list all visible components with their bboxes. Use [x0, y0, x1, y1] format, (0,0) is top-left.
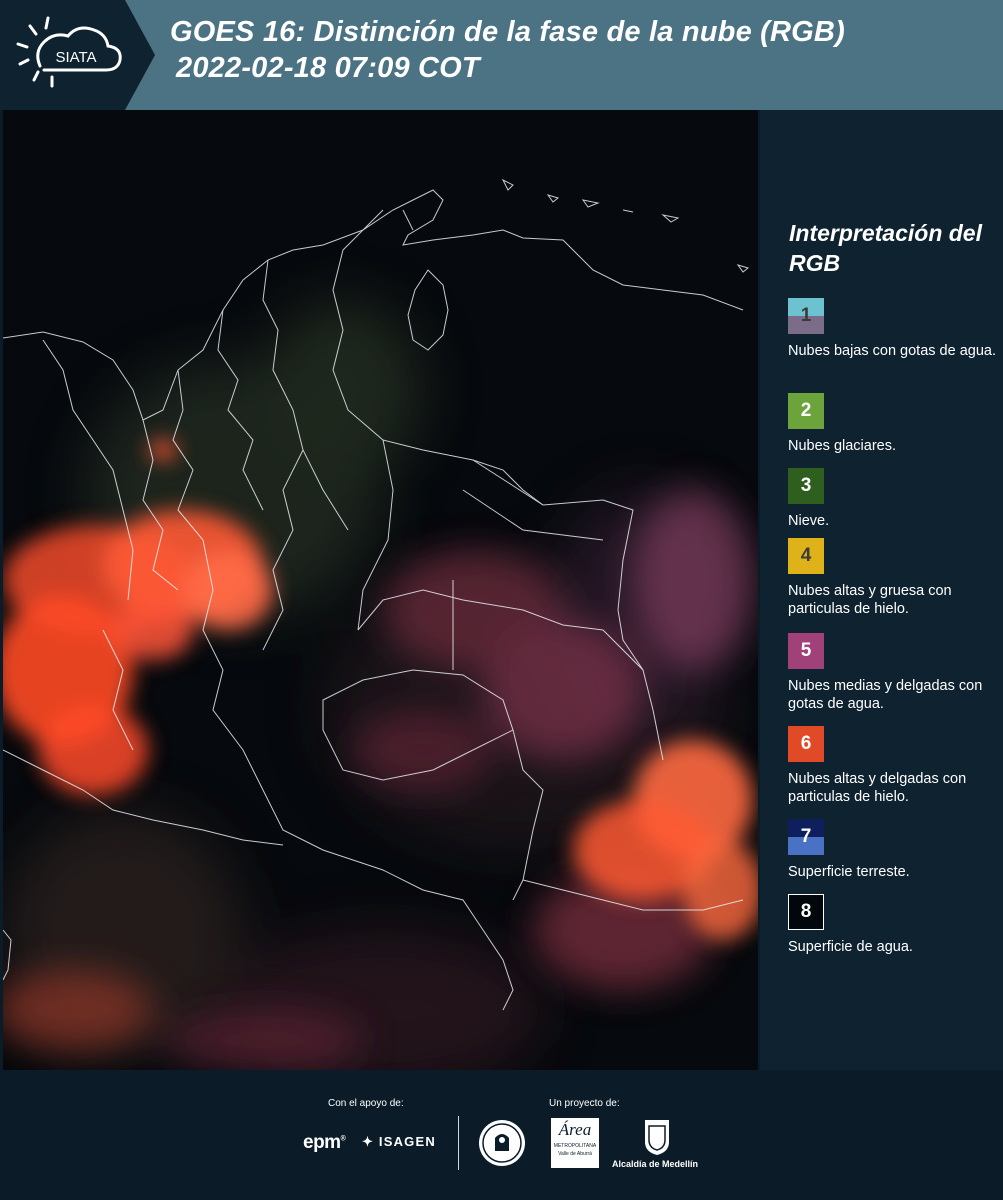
legend-label-6: Nubes altas y delgadas con particulas de…	[788, 771, 967, 805]
siata-brand-text: SIATA	[55, 49, 96, 66]
legend-number-5: 5	[800, 640, 812, 661]
project-label: Un proyecto de:	[549, 1098, 620, 1109]
legend-label-2: Nubes glaciares.	[788, 438, 896, 454]
legend-swatch-4: 4	[788, 538, 824, 574]
header-bar: SIATA GOES 16: Distinción de la fase de …	[0, 0, 1003, 110]
legend-item-7: 7 Superficie terreste.	[788, 819, 998, 881]
isagen-logo: ✦ ISAGEN	[362, 1134, 436, 1150]
legend-swatch-5: 5	[788, 633, 824, 669]
legend-swatch-8: 8	[788, 894, 824, 930]
legend-item-5: 5 Nubes medias y delgadas con gotas de a…	[788, 633, 998, 713]
legend-item-4: 4 Nubes altas y gruesa con particulas de…	[788, 538, 998, 618]
legend-number-4: 4	[800, 545, 812, 566]
footer: Con el apoyo de: Un proyecto de: epm® ✦ …	[0, 1070, 1003, 1200]
epm-logo-text: epm	[303, 1132, 341, 1153]
alcaldia-logo-text: Alcaldía de Medellín	[612, 1159, 699, 1169]
legend-number-8: 8	[800, 901, 812, 922]
area-metropolitana-logo: Área METROPOLITANA Valle de Aburrá	[551, 1118, 599, 1168]
legend-label-1: Nubes bajas con gotas de agua.	[788, 343, 996, 359]
page-title: GOES 16: Distinción de la fase de la nub…	[170, 14, 845, 86]
alcaldia-shield-icon	[643, 1118, 671, 1161]
epm-logo: epm®	[303, 1132, 346, 1153]
satellite-rgb-map	[3, 110, 758, 1070]
legend-label-3: Nieve.	[788, 513, 830, 529]
legend-number-7: 7	[800, 826, 812, 847]
legend-label-4: Nubes altas y gruesa con particulas de h…	[788, 583, 952, 617]
legend-item-6: 6 Nubes altas y delgadas con particulas …	[788, 726, 998, 806]
seal-logo	[477, 1118, 527, 1173]
legend-number-6: 6	[800, 733, 812, 754]
isagen-logo-text: ISAGEN	[378, 1134, 436, 1149]
legend-item-8: 8 Superficie de agua.	[788, 894, 998, 956]
support-label: Con el apoyo de:	[328, 1098, 404, 1109]
footer-divider	[458, 1116, 459, 1170]
legend-label-5: Nubes medias y delgadas con gotas de agu…	[788, 678, 983, 712]
legend-panel: Interpretación del RGB 1 Nubes bajas con…	[760, 110, 1003, 1070]
isagen-icon: ✦	[362, 1134, 375, 1149]
legend-swatch-1: 1	[788, 298, 824, 334]
legend-item-3: 3 Nieve.	[788, 468, 998, 530]
legend-title: Interpretación del RGB	[789, 220, 982, 276]
siata-logo: SIATA	[0, 0, 155, 110]
legend-swatch-3: 3	[788, 468, 824, 504]
legend-swatch-2: 2	[788, 393, 824, 429]
legend-item-1: 1 Nubes bajas con gotas de agua.	[788, 298, 998, 360]
title-line-2: 2022-02-18 07:09 COT	[176, 52, 480, 84]
legend-label-8: Superficie de agua.	[788, 939, 913, 955]
title-line-1: GOES 16: Distinción de la fase de la nub…	[170, 16, 845, 48]
legend-number-1: 1	[800, 305, 812, 326]
legend-number-3: 3	[800, 475, 812, 496]
legend-swatch-6: 6	[788, 726, 824, 762]
area-logo-line-2: METROPOLITANA	[553, 1143, 597, 1149]
area-logo-line-1: Área	[558, 1120, 592, 1139]
legend-number-2: 2	[800, 400, 812, 421]
legend-item-2: 2 Nubes glaciares.	[788, 393, 998, 455]
area-logo-line-3: Valle de Aburrá	[558, 1151, 592, 1157]
legend-swatch-7: 7	[788, 819, 824, 855]
legend-label-7: Superficie terreste.	[788, 864, 910, 880]
